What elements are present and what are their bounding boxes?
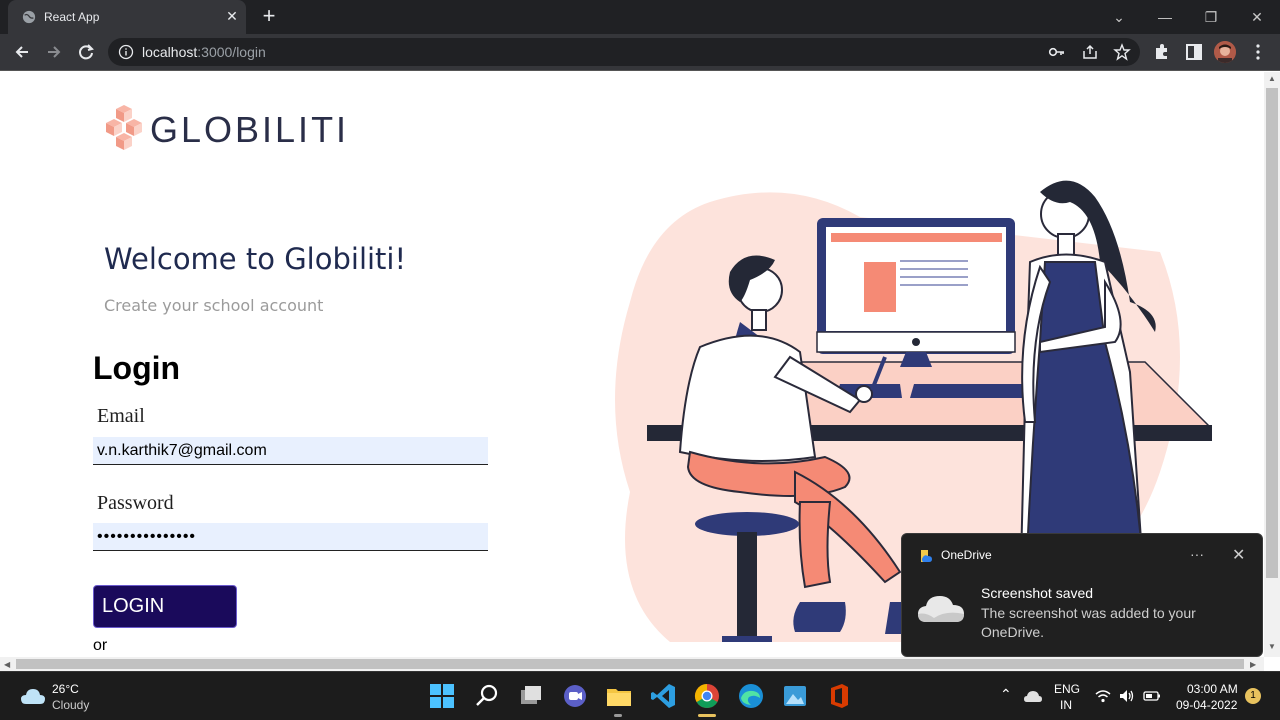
globe-icon [22, 10, 36, 24]
bookmark-star-icon[interactable] [1113, 43, 1131, 61]
chrome-icon[interactable] [692, 681, 722, 711]
minimize-button[interactable]: — [1154, 6, 1176, 28]
clock-date[interactable]: 09-04-2022 [1176, 698, 1237, 712]
weather-description[interactable]: Cloudy [52, 698, 89, 712]
clock-time[interactable]: 03:00 AM [1187, 682, 1238, 696]
new-tab-button[interactable]: + [258, 5, 280, 28]
welcome-heading: Welcome to Globiliti! [104, 242, 407, 276]
horizontal-scroll-thumb[interactable] [16, 659, 1244, 669]
login-button[interactable]: LOGIN [93, 585, 237, 628]
password-label: Password [97, 492, 174, 514]
browser-tab-bar: React App ✕ + ⌄ — ❐ ✕ [0, 0, 1280, 34]
notification-close-icon[interactable]: ✕ [1232, 545, 1245, 565]
notification-more-icon[interactable]: ··· [1190, 546, 1204, 562]
url-text[interactable]: localhost:3000/login [142, 44, 266, 60]
onedrive-app-icon [921, 550, 932, 562]
show-hidden-icons-chevron[interactable]: ⌃ [1000, 686, 1012, 703]
profile-photo [1214, 41, 1236, 63]
browser-toolbar: localhost:3000/login [0, 34, 1280, 71]
password-field[interactable] [93, 523, 488, 551]
photos-icon[interactable] [780, 681, 810, 711]
tab-title: React App [44, 10, 100, 24]
wifi-icon[interactable] [1095, 688, 1111, 704]
url-path: :3000/login [197, 44, 266, 60]
tab-search-icon[interactable]: ⌄ [1108, 6, 1130, 28]
scroll-down-arrow-icon[interactable]: ▼ [1268, 642, 1276, 651]
browser-tab[interactable]: React App ✕ [8, 0, 246, 34]
search-icon[interactable] [472, 681, 502, 711]
battery-icon[interactable] [1143, 689, 1161, 703]
scroll-up-arrow-icon[interactable]: ▲ [1268, 74, 1276, 83]
reload-icon[interactable] [75, 41, 97, 63]
notification-title: Screenshot saved [981, 585, 1094, 601]
scroll-right-arrow-icon[interactable]: ▶ [1250, 660, 1256, 669]
subtitle: Create your school account [104, 296, 324, 315]
notification-count-badge[interactable]: 1 [1245, 688, 1261, 704]
notification-body: The screenshot was added to your OneDriv… [981, 605, 1196, 640]
notification-app-name: OneDrive [941, 548, 992, 562]
weather-temperature[interactable]: 26°C [52, 682, 79, 696]
task-view-icon[interactable] [516, 681, 546, 711]
windows-start-icon[interactable] [427, 681, 457, 711]
address-bar[interactable]: localhost:3000/login [108, 38, 1140, 66]
vertical-scroll-thumb[interactable] [1266, 88, 1278, 578]
key-icon[interactable] [1048, 43, 1066, 61]
cloud-icon [918, 596, 964, 622]
scroll-left-arrow-icon[interactable]: ◀ [4, 660, 10, 669]
logo-text: GLOBILITI [150, 109, 350, 150]
file-explorer-icon[interactable] [604, 681, 634, 711]
email-label: Email [97, 405, 145, 427]
windows-taskbar: 26°C Cloudy ⌃ ENG IN 03:00 AM 09-04-2022… [0, 671, 1280, 720]
restore-button[interactable]: ❐ [1200, 6, 1222, 28]
teams-chat-icon[interactable] [560, 681, 590, 711]
side-panel-icon[interactable] [1184, 42, 1204, 62]
edge-icon[interactable] [736, 681, 766, 711]
share-icon[interactable] [1081, 43, 1099, 61]
cubes-logo-icon [106, 105, 142, 150]
forward-arrow-icon[interactable] [43, 41, 65, 63]
back-arrow-icon[interactable] [11, 41, 33, 63]
region-indicator[interactable]: IN [1060, 698, 1072, 712]
site-info-icon[interactable] [118, 44, 134, 60]
file-explorer-running-indicator [614, 714, 622, 717]
extensions-puzzle-icon[interactable] [1152, 42, 1172, 62]
volume-icon[interactable] [1118, 688, 1136, 704]
email-field[interactable] [93, 437, 488, 465]
kebab-menu-icon[interactable] [1248, 42, 1268, 62]
globiliti-logo: GLOBILITI [104, 103, 346, 157]
vscode-icon[interactable] [648, 681, 678, 711]
weather-cloud-icon[interactable] [20, 686, 46, 706]
tab-close-icon[interactable]: ✕ [224, 8, 240, 24]
onedrive-notification[interactable]: OneDrive ··· ✕ Screenshot saved The scre… [901, 533, 1263, 657]
office-icon[interactable] [824, 681, 854, 711]
url-host: localhost [142, 44, 198, 60]
profile-avatar[interactable] [1214, 41, 1236, 63]
or-separator: or [93, 637, 108, 654]
close-window-button[interactable]: ✕ [1246, 6, 1268, 28]
login-heading: Login [93, 350, 181, 386]
language-indicator[interactable]: ENG [1054, 682, 1080, 696]
onedrive-tray-icon[interactable] [1023, 688, 1043, 704]
chrome-active-indicator [698, 714, 716, 717]
